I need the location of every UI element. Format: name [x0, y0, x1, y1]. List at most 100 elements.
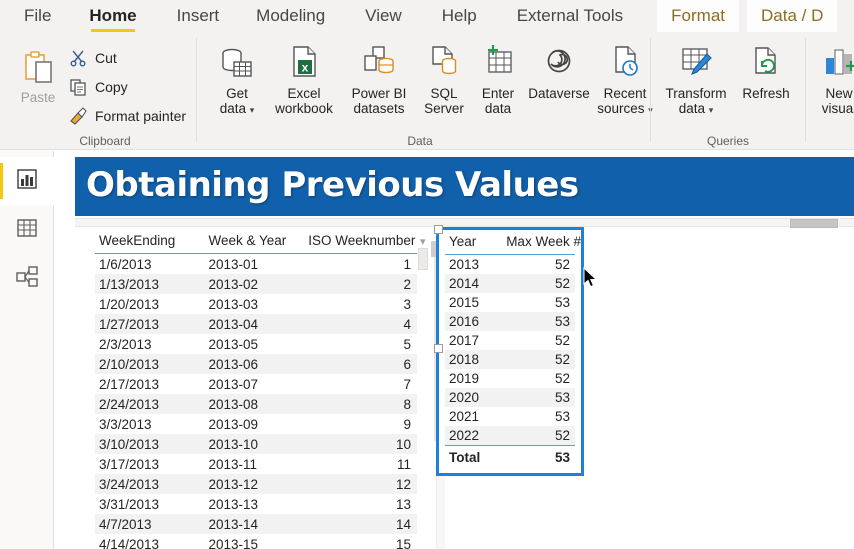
table-row[interactable]: 2022 52	[445, 426, 575, 446]
ribbon-divider-1	[196, 38, 197, 142]
tab-help[interactable]: Help	[442, 0, 477, 28]
table-row[interactable]: 2021 53	[445, 407, 575, 426]
cell-iso: 11	[396, 456, 411, 472]
view-switcher-sidebar	[0, 151, 54, 549]
table-row[interactable]: 2014 52	[445, 274, 575, 293]
tab-format[interactable]: Format	[657, 0, 739, 32]
table-row[interactable]: 2/10/2013 2013-06 6	[95, 354, 417, 374]
table-row[interactable]: 2020 53	[445, 388, 575, 407]
ribbon: Paste Cut Copy Format painter Clipboard …	[0, 32, 854, 150]
ribbon-group-insert: New visual	[808, 32, 854, 150]
tab-modeling[interactable]: Modeling	[256, 0, 325, 28]
tab-external-tools[interactable]: External Tools	[517, 0, 623, 28]
refresh-button[interactable]: Refresh	[738, 42, 794, 101]
selection-handle-top-left[interactable]	[434, 225, 443, 234]
paste-button[interactable]: Paste	[10, 46, 66, 105]
cell-week-year: 2013-11	[208, 456, 258, 472]
visual-edge-handle[interactable]	[418, 248, 428, 270]
cell-weekending: 4/7/2013	[95, 514, 205, 534]
cell-iso: 2	[304, 274, 417, 294]
table-row[interactable]: 2017 52	[445, 331, 575, 350]
tab-view[interactable]: View	[365, 0, 402, 28]
sidebar-item-model-view[interactable]	[0, 255, 54, 303]
sidebar-item-data-view[interactable]	[0, 206, 54, 254]
table-row[interactable]: 3/31/2013 2013-13 13	[95, 494, 417, 514]
transform-data-button[interactable]: Transform data ▾	[654, 42, 738, 118]
selection-handle-middle-left[interactable]	[434, 344, 443, 354]
power-bi-datasets-button[interactable]: Power BI datasets	[342, 42, 416, 116]
ribbon-divider-3	[805, 38, 806, 142]
table-row[interactable]: 4/14/2013 2013-15 15	[95, 534, 417, 549]
cell-weekending: 1/6/2013	[99, 256, 152, 272]
table-row[interactable]: 2/24/2013 2013-08 8	[95, 394, 417, 414]
recent-sources-button[interactable]: Recent sources ▾	[594, 42, 656, 118]
table-total-row[interactable]: Total 53	[445, 445, 575, 467]
sql-server-button[interactable]: SQL Server	[416, 42, 472, 116]
table-row[interactable]: 2016 53	[445, 312, 575, 331]
column-header-iso-weeknumber[interactable]: ISO Weeknumber	[304, 230, 417, 254]
report-title-banner: Obtaining Previous Values	[75, 157, 854, 216]
weekending-table-visual[interactable]: WeekEnding Week & Year ISO Weeknumber 1/…	[95, 230, 417, 549]
column-header-week-and-year[interactable]: Week & Year	[204, 230, 305, 254]
table-row[interactable]: 1/27/2013 2013-04 4	[95, 314, 417, 334]
table-row[interactable]: 1/6/2013 2013-01 1	[95, 254, 417, 275]
cell-week-year: 2013-04	[204, 314, 305, 334]
table-row[interactable]: 2019 52	[445, 369, 575, 388]
excel-label-line1: Excel	[287, 86, 321, 101]
table-row[interactable]: 2015 53	[445, 293, 575, 312]
column-header-max-week[interactable]: Max Week #	[502, 230, 581, 255]
format-painter-label: Format painter	[95, 108, 187, 124]
table-row[interactable]: 2013 52	[445, 255, 575, 275]
max-week-table-visual[interactable]: Year Max Week # 2013 52 2014 52 2015 53 201…	[434, 225, 584, 476]
group-label-clipboard: Clipboard	[79, 134, 131, 148]
cell-max-week: 53	[554, 295, 570, 310]
get-data-button[interactable]: Get data ▾	[208, 42, 266, 118]
sidebar-item-report-view[interactable]	[0, 157, 54, 205]
excel-workbook-button[interactable]: x Excel workbook	[266, 42, 342, 116]
cell-max-week: 52	[502, 274, 575, 293]
cell-max-week: 52	[502, 426, 575, 446]
cut-button[interactable]: Cut	[68, 48, 117, 68]
dataverse-button[interactable]: Dataverse	[524, 42, 594, 101]
mouse-cursor	[583, 266, 599, 289]
table-row[interactable]: 2/3/2013 2013-05 5	[95, 334, 417, 354]
cell-weekending: 2/17/2013	[99, 376, 160, 392]
table-row[interactable]: 3/3/2013 2013-09 9	[95, 414, 417, 434]
table-row[interactable]: 3/17/2013 2013-11 11	[95, 454, 417, 474]
table-row[interactable]: 2/17/2013 2013-07 7	[95, 374, 417, 394]
chevron-left-icon[interactable]: ▾	[420, 235, 426, 248]
cell-max-week: 53	[502, 312, 575, 331]
cell-week-year: 2013-06	[204, 354, 305, 374]
canvas-horizontal-scrollbar[interactable]	[75, 218, 854, 228]
table-row[interactable]: 2018 52	[445, 350, 575, 369]
new-visual-button[interactable]: New visual	[810, 42, 854, 116]
table-row[interactable]: 3/24/2013 2013-12 12	[95, 474, 417, 494]
group-label-data: Data	[407, 134, 433, 148]
cut-label: Cut	[95, 50, 117, 66]
canvas-horizontal-scrollbar-thumb[interactable]	[790, 219, 838, 228]
table-row[interactable]: 3/10/2013 2013-10 10	[95, 434, 417, 454]
enter-data-button[interactable]: Enter data	[472, 42, 524, 116]
tab-file[interactable]: File	[24, 0, 51, 28]
cell-year: 2021	[449, 409, 480, 424]
cell-iso: 14	[304, 514, 417, 534]
recent-sources-icon	[604, 42, 646, 84]
table-header-row: WeekEnding Week & Year ISO Weeknumber	[95, 230, 417, 254]
enter-data-label-line2: data	[484, 101, 512, 116]
table-row[interactable]: 4/7/2013 2013-14 14	[95, 514, 417, 534]
cell-weekending: 3/31/2013	[99, 496, 160, 512]
table-row[interactable]: 1/13/2013 2013-02 2	[95, 274, 417, 294]
ribbon-group-clipboard: Paste Cut Copy Format painter Clipboard	[0, 32, 195, 150]
column-header-weekending[interactable]: WeekEnding	[95, 230, 205, 254]
copy-button[interactable]: Copy	[68, 77, 128, 97]
tab-data-drill[interactable]: Data / D	[747, 0, 838, 32]
chevron-down-icon: ▾	[708, 105, 714, 115]
column-header-year[interactable]: Year	[445, 230, 503, 255]
enter-data-icon	[477, 42, 519, 84]
cell-weekending: 1/20/2013	[99, 296, 160, 312]
table-row[interactable]: 1/20/2013 2013-03 3	[95, 294, 417, 314]
tab-insert[interactable]: Insert	[177, 0, 220, 28]
tab-home[interactable]: Home	[89, 0, 137, 32]
report-canvas[interactable]: Obtaining Previous Values WeekEnding Wee…	[54, 151, 854, 549]
format-painter-button[interactable]: Format painter	[68, 106, 186, 126]
